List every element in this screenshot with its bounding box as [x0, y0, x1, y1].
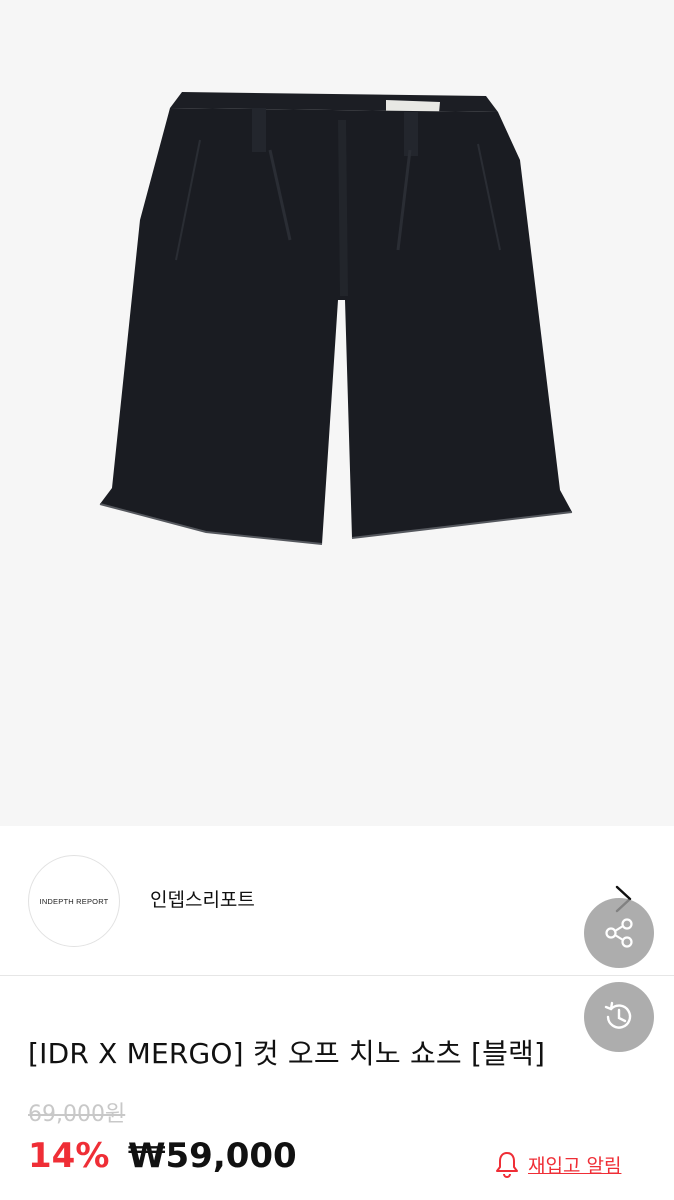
shorts-photo — [99, 92, 573, 545]
share-button[interactable] — [584, 898, 654, 968]
sale-price: ₩59,000 — [128, 1136, 297, 1176]
recent-history-button[interactable] — [584, 982, 654, 1052]
restock-alert-label: 재입고 알림 — [528, 1154, 622, 1177]
divider — [0, 975, 674, 976]
bell-icon — [496, 1152, 518, 1178]
product-title: [IDR X MERGO] 컷 오프 치노 쇼츠 [블랙] — [28, 1037, 546, 1070]
product-image[interactable] — [0, 0, 674, 826]
brand-logo[interactable]: INDEPTH REPORT — [28, 855, 120, 947]
history-icon — [604, 1001, 632, 1029]
discount-rate: 14% — [28, 1136, 110, 1176]
original-price: 69,000원 — [28, 1102, 126, 1127]
restock-alert-button[interactable]: 재입고 알림 — [494, 1150, 621, 1178]
brand-logo-text: INDEPTH REPORT — [39, 896, 109, 906]
share-icon — [605, 918, 633, 948]
brand-name[interactable]: 인뎁스리포트 — [150, 885, 255, 912]
